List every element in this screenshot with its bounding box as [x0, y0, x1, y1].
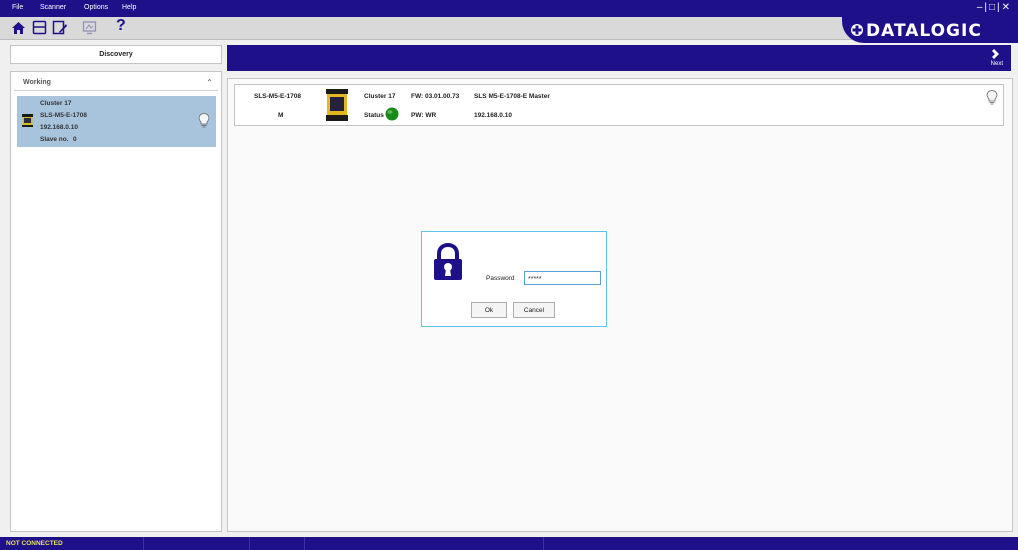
next-label: Next: [990, 61, 1003, 67]
navigation-bar: Next: [227, 45, 1011, 71]
device-cluster: Cluster 17: [40, 100, 72, 107]
password-dialog: Password Ok Cancel: [421, 231, 607, 327]
cancel-button[interactable]: Cancel: [513, 302, 555, 318]
lightbulb-icon[interactable]: [985, 89, 999, 105]
save-icon[interactable]: [32, 20, 47, 35]
working-section-title: Working: [23, 79, 51, 86]
status-divider: [543, 537, 544, 550]
scanner-device-icon: [22, 114, 33, 127]
info-role: M: [278, 112, 284, 119]
edit-document-icon[interactable]: [52, 20, 67, 35]
status-indicator-icon: [385, 107, 399, 121]
menu-file[interactable]: File: [12, 4, 23, 11]
monitor-icon[interactable]: [82, 20, 97, 35]
status-divider: [143, 537, 144, 550]
status-divider: [249, 537, 250, 550]
info-firmware: FW: 03.01.00.73: [411, 93, 460, 100]
device-ip: 192.168.0.10: [40, 124, 78, 131]
password-label: Password: [486, 275, 515, 282]
status-bar: NOT CONNECTED: [0, 537, 1018, 550]
scanner-device-image: [326, 89, 348, 121]
datalogic-logo: DATALOGIC: [866, 21, 982, 41]
working-section-header[interactable]: Working ⌃: [14, 75, 218, 91]
menu-options[interactable]: Options: [84, 4, 108, 11]
logo-mark-icon: [851, 24, 863, 36]
info-ip: 192.168.0.10: [474, 112, 512, 119]
device-slave-number: 0: [73, 136, 77, 143]
discovery-button[interactable]: Discovery: [10, 45, 222, 64]
lock-icon: [434, 243, 462, 280]
status-divider: [304, 537, 305, 550]
menu-bar: File Scanner Options Help –|□|✕: [0, 0, 1018, 17]
lightbulb-icon[interactable]: [197, 112, 211, 128]
main-panel: SLS-M5-E-1708 M Cluster 17 Status FW: 03…: [227, 78, 1013, 532]
device-info-box: SLS-M5-E-1708 M Cluster 17 Status FW: 03…: [234, 84, 1004, 126]
connection-status: NOT CONNECTED: [6, 540, 63, 547]
chevron-right-icon: [991, 49, 999, 59]
menu-help[interactable]: Help: [122, 4, 136, 11]
password-input[interactable]: [524, 271, 601, 285]
home-icon[interactable]: [11, 20, 26, 35]
menu-scanner[interactable]: Scanner: [40, 4, 66, 11]
info-description: SLS M5-E-1708-E Master: [474, 93, 550, 100]
info-cluster: Cluster 17: [364, 93, 396, 100]
device-model: SLS-M5-E-1708: [40, 112, 87, 119]
brand-logo-tab: DATALOGIC: [842, 17, 1018, 43]
info-status-label: Status: [364, 112, 384, 119]
help-icon[interactable]: ?: [116, 17, 131, 34]
window-controls[interactable]: –|□|✕: [977, 2, 1012, 13]
ok-button[interactable]: Ok: [471, 302, 507, 318]
device-list-panel: Working ⌃ Cluster 17 SLS-M5-E-1708 192.1…: [10, 71, 222, 532]
info-model: SLS-M5-E-1708: [254, 93, 301, 100]
chevron-up-icon[interactable]: ⌃: [206, 78, 213, 87]
device-card[interactable]: Cluster 17 SLS-M5-E-1708 192.168.0.10 Sl…: [17, 96, 216, 147]
next-button[interactable]: Next: [991, 49, 1003, 67]
device-slave-label: Slave no.: [40, 136, 69, 143]
info-password-level: PW: WR: [411, 112, 437, 119]
